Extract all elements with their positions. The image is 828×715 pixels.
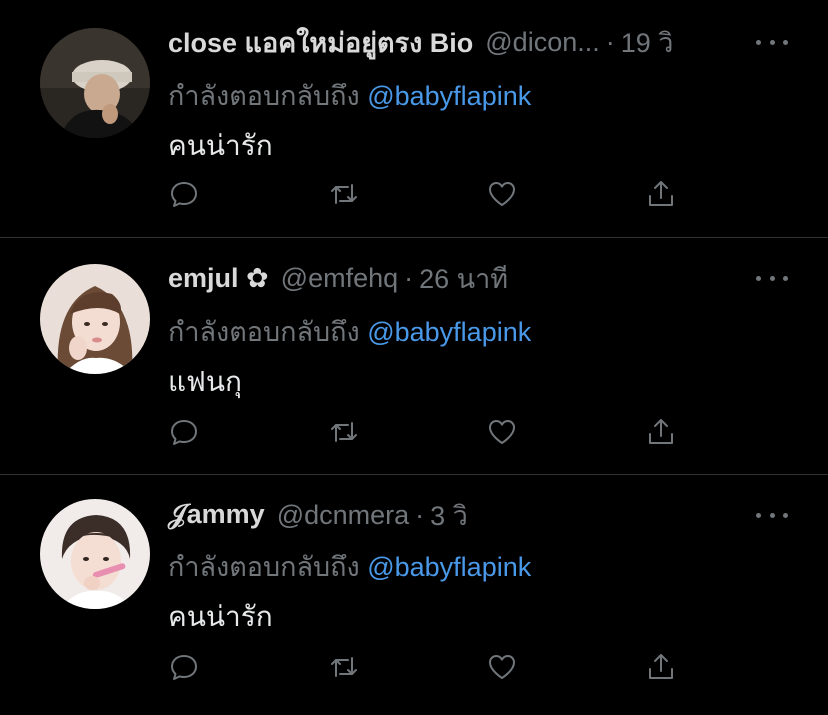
reply-context: กำลังตอบกลับถึง @babyflapink: [168, 310, 531, 353]
timestamp[interactable]: 3 วิ: [430, 494, 468, 537]
more-icon[interactable]: [756, 505, 788, 525]
like-icon[interactable]: [484, 176, 520, 212]
like-icon[interactable]: [484, 414, 520, 450]
avatar[interactable]: [40, 499, 150, 609]
avatar[interactable]: [40, 264, 150, 374]
like-icon[interactable]: [484, 649, 520, 685]
reply-mention[interactable]: @babyflapink: [367, 552, 531, 582]
reply-feed: close แอคใหม่อยู่ตรง Bio @dicon... · 19 …: [0, 0, 828, 715]
separator-dot: ·: [605, 26, 615, 57]
tweet-actions: [166, 649, 686, 685]
tweet-actions: [166, 176, 686, 212]
retweet-icon[interactable]: [326, 414, 362, 450]
timestamp[interactable]: 26 นาที: [419, 257, 508, 300]
retweet-icon[interactable]: [326, 176, 362, 212]
reply-icon[interactable]: [166, 176, 202, 212]
tweet-header: emjul ✿ @emfehq · 26 นาที: [168, 258, 508, 298]
reply-mention[interactable]: @babyflapink: [367, 81, 531, 111]
reply-icon[interactable]: [166, 649, 202, 685]
more-icon[interactable]: [756, 268, 788, 288]
display-name[interactable]: 𝒥ammy: [168, 499, 265, 531]
separator-dot: ·: [415, 499, 425, 530]
tweet[interactable]: close แอคใหม่อยู่ตรง Bio @dicon... · 19 …: [0, 0, 828, 238]
display-name[interactable]: emjul ✿: [168, 263, 269, 294]
reply-mention[interactable]: @babyflapink: [367, 317, 531, 347]
separator-dot: ·: [404, 262, 414, 293]
tweet-actions: [166, 414, 686, 450]
reply-context: กำลังตอบกลับถึง @babyflapink: [168, 74, 531, 117]
tweet-header: close แอคใหม่อยู่ตรง Bio @dicon... · 19 …: [168, 22, 673, 62]
tweet-text: คนน่ารัก: [168, 601, 273, 632]
display-name[interactable]: close แอคใหม่อยู่ตรง Bio: [168, 21, 473, 64]
retweet-icon[interactable]: [326, 649, 362, 685]
tweet-header: 𝒥ammy @dcnmera · 3 วิ: [168, 495, 468, 535]
tweet-text: คนน่ารัก: [168, 130, 273, 161]
avatar[interactable]: [40, 28, 150, 138]
tweet-text: แฟนกุ: [168, 366, 242, 397]
user-handle[interactable]: @dcnmera: [277, 500, 409, 531]
share-icon[interactable]: [643, 176, 679, 212]
reply-icon[interactable]: [166, 414, 202, 450]
tweet[interactable]: 𝒥ammy @dcnmera · 3 วิ กำลังตอบกลับถึง @b…: [0, 475, 828, 715]
share-icon[interactable]: [643, 649, 679, 685]
more-icon[interactable]: [756, 32, 788, 52]
reply-prefix: กำลังตอบกลับถึง: [168, 81, 360, 111]
reply-context: กำลังตอบกลับถึง @babyflapink: [168, 545, 531, 588]
user-handle[interactable]: @emfehq: [281, 263, 398, 294]
tweet[interactable]: emjul ✿ @emfehq · 26 นาที กำลังตอบกลับถึ…: [0, 238, 828, 475]
user-handle[interactable]: @dicon...: [485, 27, 599, 58]
reply-prefix: กำลังตอบกลับถึง: [168, 552, 360, 582]
reply-prefix: กำลังตอบกลับถึง: [168, 317, 360, 347]
timestamp[interactable]: 19 วิ: [621, 21, 674, 64]
share-icon[interactable]: [643, 414, 679, 450]
